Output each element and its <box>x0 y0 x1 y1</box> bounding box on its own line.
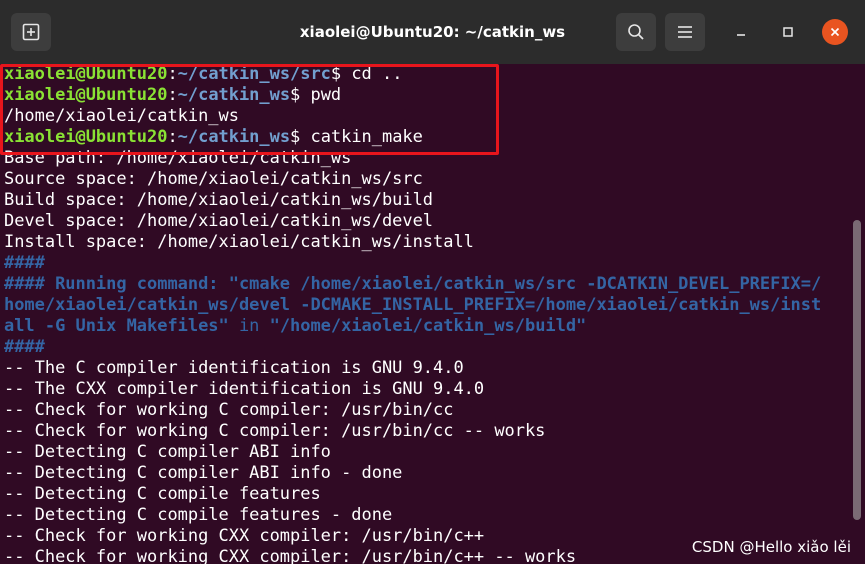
output-line: -- Check for working CXX compiler: /usr/… <box>4 526 485 546</box>
highlight-annotation-box <box>0 64 499 155</box>
output-line: #### Running command: "cmake /home/xiaol… <box>4 274 822 294</box>
output-line: home/xiaolei/catkin_ws/devel -DCMAKE_INS… <box>4 295 822 315</box>
output-line: -- Check for working C compiler: /usr/bi… <box>4 421 546 441</box>
output-line: -- The C compiler identification is GNU … <box>4 358 464 378</box>
output-line: all -G Unix Makefiles" in "/home/xiaolei… <box>4 316 586 337</box>
output-line: #### <box>4 253 45 273</box>
output-line: -- Detecting C compiler ABI info - done <box>4 463 403 483</box>
output-segment: all -G Unix Makefiles" <box>4 316 229 336</box>
menu-button[interactable] <box>665 13 705 51</box>
output-line: #### <box>4 337 45 357</box>
maximize-button[interactable] <box>775 19 801 45</box>
close-icon <box>830 27 840 37</box>
output-line: -- Check for working CXX compiler: /usr/… <box>4 547 577 564</box>
search-button[interactable] <box>616 13 656 51</box>
terminal-scrollbar[interactable] <box>853 220 861 520</box>
output-line: -- Check for working C compiler: /usr/bi… <box>4 400 454 420</box>
terminal-output[interactable]: xiaolei@Ubuntu20:~/catkin_ws/src$ cd .. … <box>0 64 865 564</box>
output-line: Source space: /home/xiaolei/catkin_ws/sr… <box>4 169 423 189</box>
hamburger-menu-icon <box>678 26 692 38</box>
maximize-icon <box>783 27 793 37</box>
watermark: CSDN @Hello xiǎo lěi <box>691 538 851 556</box>
minimize-icon <box>737 34 745 36</box>
output-line: -- Detecting C compile features - done <box>4 505 393 525</box>
output-segment: in <box>228 316 270 336</box>
search-icon <box>628 24 644 40</box>
close-button[interactable] <box>822 19 848 45</box>
minimize-button[interactable] <box>728 19 754 45</box>
title-bar: xiaolei@Ubuntu20: ~/catkin_ws <box>0 0 865 64</box>
output-line: Install space: /home/xiaolei/catkin_ws/i… <box>4 232 474 252</box>
output-line: -- Detecting C compile features <box>4 484 321 504</box>
output-line: Devel space: /home/xiaolei/catkin_ws/dev… <box>4 211 434 231</box>
output-line: -- The CXX compiler identification is GN… <box>4 379 485 399</box>
output-segment: "/home/xiaolei/catkin_ws/build" <box>269 316 587 336</box>
output-line: Build space: /home/xiaolei/catkin_ws/bui… <box>4 190 434 210</box>
output-line: -- Detecting C compiler ABI info <box>4 442 331 462</box>
